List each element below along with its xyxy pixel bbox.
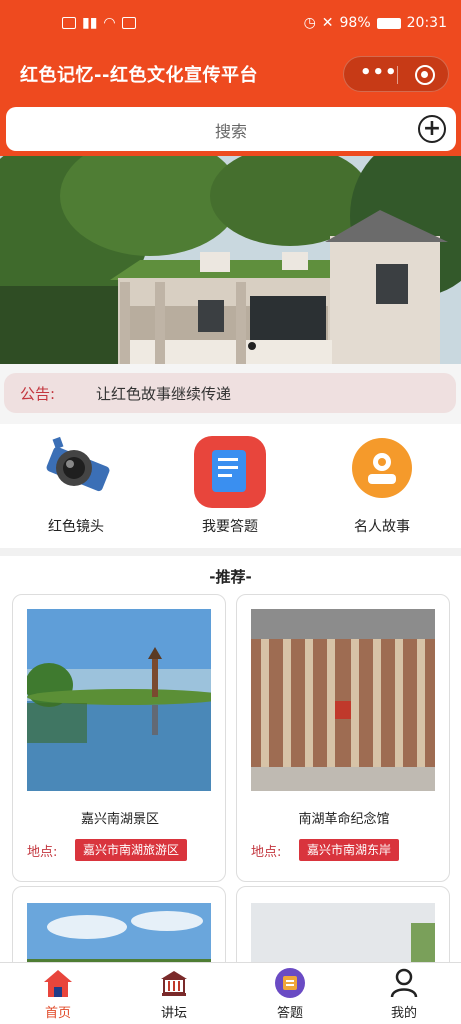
app-header: ▮▮ ◠ ◷ ✕ 98% 20:31 红色记忆--红色文化宣传平台 ••• (0, 0, 461, 104)
quick-nav: 红色镜头 我要答题 名人故事 (0, 424, 461, 548)
signal-icon: ▮▮ (82, 15, 98, 31)
quiz-icon (194, 436, 266, 508)
person-icon (346, 436, 418, 500)
location-label: 地点: (251, 845, 282, 860)
target-icon[interactable] (415, 65, 435, 85)
tab-label: 我的 (390, 1006, 417, 1021)
recommend-section: -推荐- 嘉兴南湖景区 地点: 嘉兴市南湖旅游区 南湖革命纪念馆 地点: 嘉兴市… (0, 556, 461, 976)
tab-label: 首页 (44, 1006, 71, 1021)
more-dots-icon[interactable]: ••• (360, 62, 398, 83)
status-left: ▮▮ ◠ (62, 15, 136, 31)
wifi-icon: ◠ (103, 15, 116, 31)
memorial-house-photo (0, 156, 461, 364)
tab-bar: 首页 讲坛 答题 我的 (0, 962, 461, 1024)
tab-lecture[interactable]: 讲坛 (134, 967, 214, 1021)
notice-section: 公告: 让红色故事继续传递 (0, 364, 461, 424)
nav-label: 名人故事 (354, 519, 410, 535)
museum-photo (251, 609, 435, 791)
search-placeholder: 搜索 (214, 122, 247, 141)
lecture-icon (158, 967, 190, 999)
notice-label: 公告: (20, 385, 56, 403)
quiz-tab-icon (274, 967, 306, 999)
location-label: 地点: (27, 845, 58, 860)
tab-label: 讲坛 (160, 1006, 187, 1021)
sim-icon (62, 17, 76, 29)
clock: 20:31 (406, 15, 447, 31)
tab-mine[interactable]: 我的 (364, 967, 444, 1021)
nav-label: 红色镜头 (48, 519, 104, 535)
mini-program-capsule: ••• (343, 56, 449, 92)
tab-label: 答题 (276, 1006, 303, 1021)
recommend-card[interactable]: 嘉兴南湖景区 地点: 嘉兴市南湖旅游区 (12, 594, 226, 882)
location-badge: 嘉兴市南湖旅游区 (75, 839, 188, 861)
nav-label: 我要答题 (202, 519, 258, 535)
banner-image[interactable] (0, 156, 461, 364)
camera-icon (40, 436, 112, 500)
lake-photo (27, 609, 211, 791)
status-right: ◷ ✕ 98% 20:31 (304, 15, 447, 31)
location-badge: 嘉兴市南湖东岸 (299, 839, 400, 861)
tab-quiz[interactable]: 答题 (250, 967, 330, 1021)
alarm-icon: ◷ (303, 15, 316, 31)
home-icon (42, 967, 74, 999)
page-title: 红色记忆--红色文化宣传平台 (20, 65, 258, 86)
status-bar: ▮▮ ◠ ◷ ✕ 98% 20:31 (0, 0, 461, 50)
recommend-title: -推荐- (209, 568, 252, 586)
nav-quiz[interactable]: 我要答题 (170, 436, 290, 536)
card-title: 南湖革命纪念馆 (298, 812, 390, 827)
plus-circle-icon[interactable]: + (418, 115, 446, 143)
nav-red-lens[interactable]: 红色镜头 (16, 436, 136, 536)
capsule-divider (397, 66, 398, 84)
notice-text: 让红色故事继续传递 (96, 385, 232, 403)
notice-bar[interactable]: 公告: 让红色故事继续传递 (4, 373, 456, 413)
tab-home[interactable]: 首页 (18, 967, 98, 1021)
battery-icon (376, 17, 401, 29)
mute-icon: ✕ (321, 15, 334, 31)
video-icon (121, 17, 136, 29)
user-icon (388, 967, 420, 999)
battery-percent: 98% (339, 15, 371, 31)
nav-famous-stories[interactable]: 名人故事 (322, 436, 442, 536)
search-input[interactable]: 搜索 + (6, 107, 456, 151)
recommend-card[interactable]: 南湖革命纪念馆 地点: 嘉兴市南湖东岸 (236, 594, 450, 882)
card-title: 嘉兴南湖景区 (80, 812, 159, 827)
